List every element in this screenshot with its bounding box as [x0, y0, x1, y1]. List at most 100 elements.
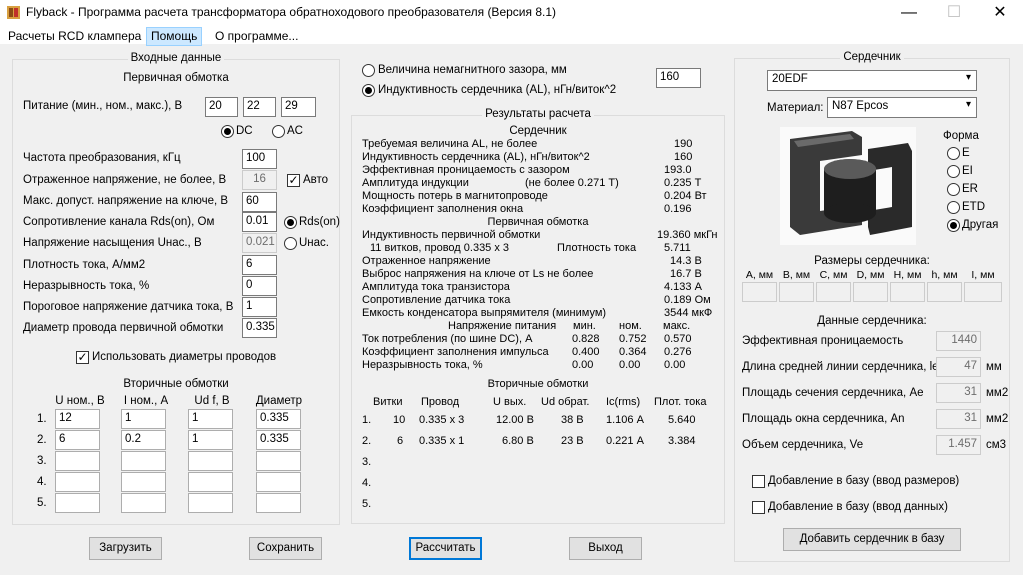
- supply-row-value: 0.828: [572, 333, 600, 345]
- load-button[interactable]: Загрузить: [89, 537, 162, 560]
- rds-radio[interactable]: [284, 216, 297, 229]
- menu-about[interactable]: О программе...: [211, 27, 302, 46]
- form-etd-radio[interactable]: [947, 201, 960, 214]
- calculate-button[interactable]: Рассчитать: [409, 537, 482, 560]
- use-wire-diameters-checkbox[interactable]: ✓: [76, 351, 89, 364]
- turns-label: 11 витков, провод 0.335 х 3: [370, 242, 510, 254]
- auto-checkbox[interactable]: ✓: [287, 174, 300, 187]
- add-sizes-label: Добавление в базу (ввод размеров): [768, 475, 960, 487]
- material-select[interactable]: N87 Epcos ▾: [827, 97, 977, 118]
- form-other-radio[interactable]: [947, 219, 960, 232]
- rds-label: Сопротивление канала Rds(on), Ом: [23, 216, 215, 228]
- usat-input[interactable]: 0.021: [242, 233, 277, 253]
- sec-u-input[interactable]: [55, 451, 100, 471]
- gap-radio[interactable]: [362, 64, 375, 77]
- primary-wire-input[interactable]: 0.335: [242, 318, 277, 338]
- sec-diameter-input[interactable]: 0.335: [256, 409, 301, 429]
- exit-button[interactable]: Выход: [569, 537, 642, 560]
- form-e-radio[interactable]: [947, 147, 960, 160]
- add-sizes-checkbox[interactable]: [752, 475, 765, 488]
- sec-u-input[interactable]: [55, 472, 100, 492]
- ac-label: AC: [287, 125, 303, 137]
- al-radio[interactable]: [362, 84, 375, 97]
- sec-row-num: 1.: [37, 413, 47, 425]
- form-ei-radio[interactable]: [947, 165, 960, 178]
- size-a-input[interactable]: [742, 282, 777, 302]
- ac-radio[interactable]: [272, 125, 285, 138]
- sec-i-input[interactable]: [121, 493, 166, 513]
- sec-u-input[interactable]: 6: [55, 430, 100, 450]
- sec-ud-input[interactable]: [188, 472, 233, 492]
- sec-u-input[interactable]: 12: [55, 409, 100, 429]
- magnetic-path-input[interactable]: 47: [936, 357, 981, 377]
- maximize-button[interactable]: ☐: [931, 0, 977, 26]
- size-h-input[interactable]: [890, 282, 925, 302]
- form-other-label: Другая: [962, 219, 999, 231]
- continuity-input[interactable]: 0: [242, 276, 277, 296]
- size-c-input[interactable]: [816, 282, 851, 302]
- reflected-voltage-input[interactable]: 16: [242, 170, 277, 190]
- sec-i-input[interactable]: 0.2: [121, 430, 166, 450]
- menu-help[interactable]: Помощь: [146, 27, 203, 46]
- cross-section-input[interactable]: 31: [936, 383, 981, 403]
- supply-row-value: 0.400: [572, 346, 600, 358]
- sense-threshold-input[interactable]: 1: [242, 297, 277, 317]
- sec-diameter-input[interactable]: [256, 493, 301, 513]
- window-area-input[interactable]: 31: [936, 409, 981, 429]
- results-sec-density: 3.384: [668, 435, 696, 447]
- sec-diameter-input[interactable]: [256, 472, 301, 492]
- size-b-input[interactable]: [779, 282, 814, 302]
- result-label: Сопротивление датчика тока: [362, 294, 511, 306]
- add-data-checkbox[interactable]: [752, 501, 765, 514]
- size-d-input[interactable]: [853, 282, 888, 302]
- sec-ud-input[interactable]: [188, 493, 233, 513]
- rds-input[interactable]: 0.01: [242, 212, 277, 232]
- add-core-button[interactable]: Добавить сердечник в базу: [783, 528, 961, 551]
- results-sec-header-wire: Провод: [421, 396, 460, 408]
- core-select[interactable]: 20EDF ▾: [767, 70, 977, 91]
- usat-radio[interactable]: [284, 237, 297, 250]
- close-button[interactable]: ✕: [977, 0, 1023, 26]
- material-select-value: N87 Epcos: [832, 100, 889, 112]
- supply-min-input[interactable]: 20: [205, 97, 238, 117]
- result-label: Мощность потерь в магнитопроводе: [362, 190, 548, 202]
- result-value: 0.196: [664, 203, 692, 215]
- sec-ud-input[interactable]: 1: [188, 409, 233, 429]
- max-switch-voltage-input[interactable]: 60: [242, 192, 277, 212]
- size-h-small-input[interactable]: [927, 282, 962, 302]
- core-volume-input[interactable]: 1.457: [936, 435, 981, 455]
- sec-i-input[interactable]: [121, 451, 166, 471]
- supply-row-label: Неразрывность тока, %: [362, 359, 483, 371]
- close-icon: ✕: [993, 4, 1007, 21]
- core-data-unit: см3: [986, 439, 1007, 451]
- sec-ud-input[interactable]: [188, 451, 233, 471]
- save-button[interactable]: Сохранить: [249, 537, 322, 560]
- gap-al-input[interactable]: 160: [656, 68, 701, 88]
- supply-nom-input[interactable]: 22: [243, 97, 276, 117]
- size-header: B, мм: [782, 269, 811, 281]
- core-data-unit: мм2: [986, 413, 1009, 425]
- maximize-icon: ☐: [946, 4, 962, 21]
- minimize-button[interactable]: —: [886, 0, 932, 26]
- sec-diameter-input[interactable]: [256, 451, 301, 471]
- core-data-title: Данные сердечника:: [817, 315, 927, 327]
- results-sec-ud: 38 В: [561, 414, 584, 426]
- max-switch-voltage-label: Макс. допуст. напряжение на ключе, В: [23, 195, 229, 207]
- freq-input[interactable]: 100: [242, 149, 277, 169]
- effective-permeability-input[interactable]: 1440: [936, 331, 981, 351]
- supply-max-input[interactable]: 29: [281, 97, 316, 117]
- current-density-input[interactable]: 6: [242, 255, 277, 275]
- sec-i-input[interactable]: [121, 472, 166, 492]
- dc-label: DC: [236, 125, 253, 137]
- menu-rcd-clamper[interactable]: Расчеты RCD клампера: [4, 27, 145, 46]
- results-sec-num: 1.: [362, 414, 372, 426]
- result-label: Выброс напряжения на ключе от Ls не боле…: [362, 268, 594, 280]
- dc-radio[interactable]: [221, 125, 234, 138]
- form-er-radio[interactable]: [947, 183, 960, 196]
- sec-row-num: 2.: [37, 434, 47, 446]
- sec-u-input[interactable]: [55, 493, 100, 513]
- sec-diameter-input[interactable]: 0.335: [256, 430, 301, 450]
- sec-i-input[interactable]: 1: [121, 409, 166, 429]
- size-i-input[interactable]: [964, 282, 1002, 302]
- sec-ud-input[interactable]: 1: [188, 430, 233, 450]
